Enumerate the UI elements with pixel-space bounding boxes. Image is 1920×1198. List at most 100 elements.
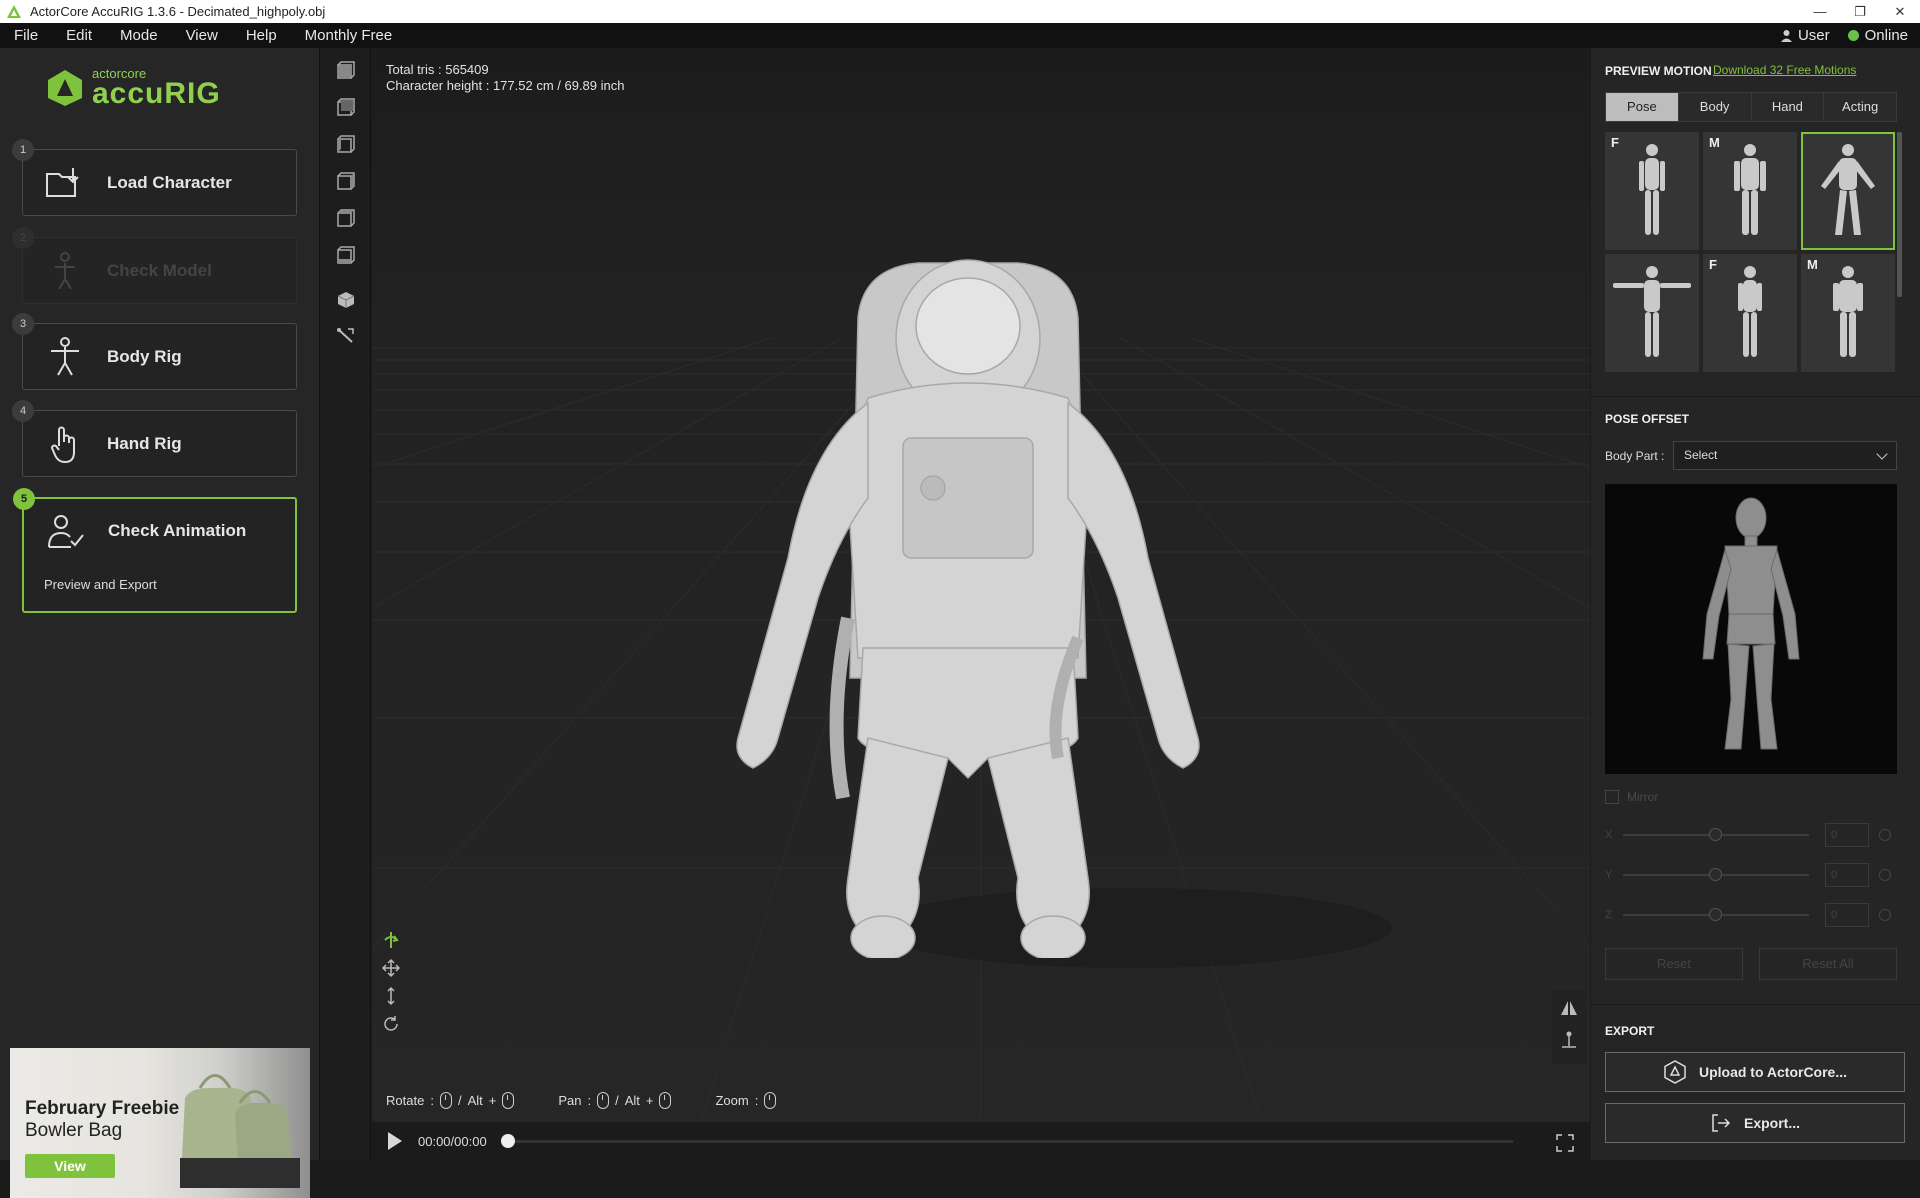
view-bottom-icon[interactable]	[334, 243, 358, 267]
pose-thumb[interactable]: F	[1605, 132, 1699, 250]
fullscreen-icon[interactable]	[1556, 1134, 1574, 1152]
step-check-animation[interactable]: 5 Check Animation Preview and Export	[13, 488, 297, 613]
bone-display-icon[interactable]	[334, 324, 358, 348]
gender-tag: F	[1611, 135, 1619, 150]
menu-view[interactable]: View	[172, 27, 232, 44]
menu-help[interactable]: Help	[232, 27, 291, 44]
body-part-select[interactable]: Select	[1673, 441, 1897, 470]
body-part-value: Select	[1684, 448, 1718, 462]
export-button[interactable]: Export...	[1605, 1103, 1905, 1143]
thumbs-scrollbar[interactable]	[1897, 132, 1902, 297]
offset-z-field[interactable]: 0	[1825, 903, 1869, 927]
offset-y-slider[interactable]	[1623, 868, 1809, 881]
view-right-icon[interactable]	[334, 169, 358, 193]
pose-thumb[interactable]: M	[1801, 254, 1895, 372]
pose-thumb[interactable]: F	[1703, 254, 1797, 372]
pose-offset-heading: POSE OFFSET	[1605, 412, 1690, 426]
pan-icon[interactable]	[379, 956, 403, 980]
mannequin-figure	[1734, 144, 1766, 235]
slider-knob[interactable]	[1709, 828, 1722, 841]
slider-knob[interactable]	[1709, 868, 1722, 881]
pose-thumb-selected[interactable]	[1801, 132, 1895, 250]
timeline-knob[interactable]	[500, 1133, 515, 1148]
preview-motion-heading: PREVIEW MOTION	[1605, 64, 1712, 78]
accurig-logo: actorcore accuRIG	[46, 67, 221, 109]
ground-anchor-icon[interactable]	[1557, 1028, 1581, 1052]
pose-thumb[interactable]	[1605, 254, 1699, 372]
mouse-middle-icon	[597, 1092, 610, 1109]
export-label: Export...	[1743, 1115, 1800, 1131]
offset-x-row: X 0	[1605, 823, 1905, 847]
view-left-icon[interactable]	[334, 132, 358, 156]
app-logo-icon	[7, 4, 21, 18]
promo-banner[interactable]: February Freebie Bowler Bag View	[10, 1048, 310, 1198]
offset-y-field[interactable]: 0	[1825, 863, 1869, 887]
hint-slash: /	[615, 1093, 619, 1108]
offset-x-field[interactable]: 0	[1825, 823, 1869, 847]
3d-viewport[interactable]: Total tris : 565409 Character height : 1…	[372, 48, 1590, 1160]
offset-x-slider[interactable]	[1623, 828, 1809, 841]
chevron-down-icon	[1876, 448, 1888, 460]
menu-file[interactable]: File	[0, 27, 52, 44]
menu-mode[interactable]: Mode	[106, 27, 172, 44]
menu-monthly-free[interactable]: Monthly Free	[291, 27, 407, 44]
character-height-label: Character height : 177.52 cm / 69.89 inc…	[386, 78, 625, 93]
tab-acting[interactable]: Acting	[1824, 93, 1896, 121]
step-hand-rig[interactable]: 4 Hand Rig	[12, 400, 297, 477]
tab-hand[interactable]: Hand	[1751, 93, 1825, 121]
reset-z-icon[interactable]	[1879, 909, 1891, 921]
body-part-preview[interactable]	[1605, 484, 1897, 774]
restore-button[interactable]: ❐	[1840, 0, 1880, 23]
reset-all-button[interactable]: Reset All	[1759, 948, 1897, 980]
mouse-middle-icon	[659, 1092, 672, 1109]
camera-nav-tools	[376, 928, 406, 1058]
step-check-model[interactable]: 2 Check Model	[12, 227, 297, 304]
gender-tag: M	[1709, 135, 1720, 150]
tab-pose[interactable]: Pose	[1606, 93, 1679, 121]
section-divider	[1591, 1004, 1920, 1005]
mannequin-figure	[1639, 144, 1665, 235]
time-display: 00:00/00:00	[418, 1133, 487, 1149]
reset-x-icon[interactable]	[1879, 829, 1891, 841]
tab-body[interactable]: Body	[1678, 93, 1752, 121]
actorcore-upload-icon	[1664, 1060, 1686, 1084]
body-part-label: Body Part :	[1605, 449, 1665, 463]
mirror-view-icon[interactable]	[1557, 996, 1581, 1020]
mirror-option[interactable]: Mirror	[1605, 790, 1658, 804]
online-status: Online	[1847, 27, 1908, 44]
rotate-hint: Rotate : / Alt +	[386, 1092, 515, 1109]
slider-knob[interactable]	[1709, 908, 1722, 921]
orbit-icon[interactable]	[379, 928, 403, 952]
view-top-icon[interactable]	[334, 206, 358, 230]
view-front-icon[interactable]	[334, 58, 358, 82]
timeline-slider[interactable]	[500, 1133, 1513, 1148]
pose-thumb[interactable]: M	[1703, 132, 1797, 250]
timeline-bar: 00:00/00:00	[372, 1122, 1590, 1160]
download-motions-link[interactable]: Download 32 Free Motions	[1713, 63, 1856, 77]
user-menu[interactable]: User	[1780, 27, 1830, 44]
zoom-icon[interactable]	[379, 984, 403, 1008]
hint-alt: Alt	[467, 1093, 483, 1108]
menu-edit[interactable]: Edit	[52, 27, 106, 44]
play-icon[interactable]	[388, 1132, 402, 1150]
check-animation-icon	[44, 509, 88, 553]
step-label: Load Character	[107, 172, 232, 192]
step-body-rig[interactable]: 3 Body Rig	[12, 313, 297, 390]
reset-view-icon[interactable]	[379, 1012, 403, 1036]
minimize-button[interactable]: —	[1800, 0, 1840, 23]
mirror-checkbox[interactable]	[1605, 790, 1619, 804]
reset-button[interactable]: Reset	[1605, 948, 1743, 980]
display-mode-cube-icon[interactable]	[334, 288, 358, 312]
promo-title: February Freebie	[25, 1098, 180, 1119]
pose-thumbnails: F M F M	[1605, 132, 1897, 372]
upload-actorcore-button[interactable]: Upload to ActorCore...	[1605, 1052, 1905, 1092]
close-button[interactable]: ✕	[1880, 0, 1920, 23]
view-back-icon[interactable]	[334, 95, 358, 119]
promo-view-button[interactable]: View	[25, 1154, 115, 1178]
step-load-character[interactable]: 1 Load Character	[12, 139, 297, 216]
online-dot-icon	[1847, 30, 1859, 41]
reset-y-icon[interactable]	[1879, 869, 1891, 881]
window-title: ActorCore AccuRIG 1.3.6 - Decimated_high…	[30, 4, 326, 19]
hint-colon: :	[587, 1093, 592, 1108]
offset-z-slider[interactable]	[1623, 908, 1809, 921]
